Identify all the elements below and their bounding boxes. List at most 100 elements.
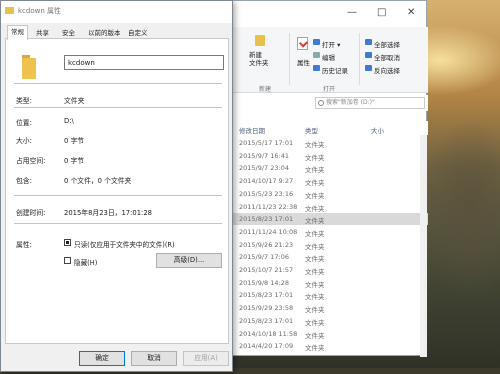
minimize-button[interactable]: — <box>347 7 357 19</box>
properties-dialog: kcdown 属性 常规 共享 安全 以前的版本 自定义 类型: 文件夹 位置:… <box>0 0 233 372</box>
file-date: 2015/8/23 17:01 <box>239 215 294 224</box>
ribbon-separator <box>289 33 290 85</box>
size-value: 0 字节 <box>64 137 85 145</box>
file-row[interactable]: 2015/10/7 21:57 文件夹 <box>227 264 428 276</box>
divider <box>14 195 222 196</box>
file-row[interactable]: 2015/5/17 17:01 文件夹 <box>227 137 428 149</box>
file-row[interactable]: 2015/8/23 17:01 文件夹 <box>227 315 428 327</box>
close-button[interactable]: ✕ <box>407 7 415 19</box>
file-row[interactable]: 2015/9/7 16:41 文件夹 <box>227 150 428 162</box>
tab-general[interactable]: 常规 <box>7 25 28 40</box>
file-date: 2011/11/24 10:08 <box>239 227 298 236</box>
type-label: 类型: <box>16 97 32 105</box>
file-row[interactable]: 2014/4/20 17:09 文件夹 <box>227 340 428 352</box>
file-type: 文件夹 <box>305 141 325 149</box>
apply-button[interactable]: 应用(A) <box>183 351 229 366</box>
file-row[interactable]: 2015/9/8 14:28 文件夹 <box>227 277 428 289</box>
file-date: 2015/8/23 17:01 <box>239 291 294 300</box>
general-panel: 类型: 文件夹 位置: D:\ 大小: 0 字节 占用空间: 0 字节 包含: … <box>5 38 229 344</box>
contains-label: 包含: <box>16 177 32 185</box>
file-type: 文件夹 <box>305 229 325 238</box>
file-type: 文件夹 <box>305 242 325 251</box>
file-date: 2015/5/23 23:16 <box>239 189 294 198</box>
column-date[interactable]: 修改日期 <box>239 125 265 135</box>
scrollbar[interactable] <box>420 135 427 357</box>
file-type: 文件夹 <box>305 204 325 213</box>
history-button[interactable]: 历史记录 <box>322 65 348 75</box>
file-row[interactable]: 2014/10/17 9:27 文件夹 <box>227 175 428 187</box>
file-row[interactable]: 2015/8/23 17:01 文件夹 <box>227 289 428 301</box>
edit-button[interactable]: 编辑 <box>322 52 335 62</box>
select-all-icon <box>365 39 372 45</box>
file-type: 文件夹 <box>305 280 325 289</box>
dialog-title: kcdown 属性 <box>18 7 62 15</box>
file-type: 文件夹 <box>305 153 325 162</box>
size-on-disk-label: 占用空间: <box>16 157 46 165</box>
edit-icon <box>313 52 320 58</box>
open-button[interactable]: 打开 ▾ <box>322 39 340 49</box>
location-label: 位置: <box>16 119 32 127</box>
file-row[interactable]: 2015/9/7 23:04 文件夹 <box>227 162 428 174</box>
file-type: 文件夹 <box>305 306 325 315</box>
ok-button[interactable]: 确定 <box>79 351 125 366</box>
properties-button[interactable]: 属性 <box>297 57 310 67</box>
file-row[interactable]: 2011/11/24 10:08 文件夹 <box>227 226 428 238</box>
tab-strip: 常规 共享 安全 以前的版本 自定义 <box>1 25 232 40</box>
hidden-checkbox-label[interactable]: 隐藏(H) <box>74 257 97 267</box>
cancel-button[interactable]: 取消 <box>131 351 177 366</box>
dialog-titlebar: kcdown 属性 <box>1 1 232 23</box>
select-all-button[interactable]: 全部选择 <box>374 39 400 49</box>
hidden-checkbox[interactable] <box>64 257 71 264</box>
folder-name-input[interactable] <box>64 55 224 70</box>
maximize-button[interactable]: □ <box>377 7 386 19</box>
folder-icon <box>22 55 36 79</box>
file-type: 文件夹 <box>305 179 325 188</box>
file-type: 文件夹 <box>305 331 325 340</box>
new-folder-button[interactable]: 新建 文件夹 <box>249 51 269 67</box>
new-group-label: 新建 <box>259 86 272 93</box>
readonly-checkbox-label[interactable]: 只读(仅应用于文件夹中的文件)(R) <box>74 239 175 249</box>
select-none-icon <box>365 52 372 58</box>
file-row[interactable]: 2015/5/23 23:16 文件夹 <box>227 188 428 200</box>
select-none-button[interactable]: 全部取消 <box>374 52 400 62</box>
file-date: 2014/10/18 11:58 <box>239 329 298 338</box>
invert-selection-icon <box>365 65 372 71</box>
file-row[interactable]: 2014/10/18 11:58 文件夹 <box>227 328 428 340</box>
search-input[interactable]: 搜索"新加卷 (D:)" <box>315 97 425 109</box>
file-date: 2015/9/29 23:58 <box>239 304 294 313</box>
file-date: 2011/11/23 22:38 <box>239 202 298 211</box>
file-row[interactable]: 2015/8/23 17:01 文件夹 <box>227 213 428 226</box>
file-date: 2015/9/7 16:41 <box>239 151 289 160</box>
column-headers: 修改日期 类型 大小 <box>227 121 428 135</box>
file-date: 2014/10/17 9:27 <box>239 177 294 186</box>
file-row[interactable]: 2011/11/23 22:38 文件夹 <box>227 201 428 213</box>
file-type: 文件夹 <box>305 268 325 276</box>
file-date: 2015/9/26 21:23 <box>239 240 294 249</box>
search-placeholder: 搜索"新加卷 (D:)" <box>326 99 375 106</box>
file-type: 文件夹 <box>305 166 325 175</box>
file-date: 2014/4/20 17:09 <box>239 342 294 351</box>
file-date: 2015/9/8 14:28 <box>239 278 289 287</box>
readonly-checkbox[interactable] <box>64 239 71 246</box>
column-type[interactable]: 类型 <box>305 125 318 135</box>
folder-icon <box>5 7 14 14</box>
file-row[interactable]: 2015/9/29 23:58 文件夹 <box>227 302 428 314</box>
divider <box>14 223 222 224</box>
file-date: 2015/9/7 17:06 <box>239 253 289 262</box>
file-date: 2015/10/7 21:57 <box>239 266 294 274</box>
advanced-button[interactable]: 高级(D)... <box>156 253 222 268</box>
divider <box>14 107 222 108</box>
explorer-titlebar: — □ ✕ <box>227 1 426 27</box>
file-type: 文件夹 <box>305 293 325 302</box>
file-type: 文件夹 <box>305 217 325 226</box>
file-date: 2015/9/7 23:04 <box>239 164 289 173</box>
file-row[interactable]: 2015/9/26 21:23 文件夹 <box>227 239 428 251</box>
column-size[interactable]: 大小 <box>371 125 384 135</box>
file-row[interactable]: 2015/9/7 17:06 文件夹 <box>227 251 428 263</box>
invert-selection-button[interactable]: 反向选择 <box>374 65 400 75</box>
size-label: 大小: <box>16 137 32 145</box>
history-icon <box>313 65 320 71</box>
size-on-disk-value: 0 字节 <box>64 157 85 165</box>
file-type: 文件夹 <box>305 255 325 264</box>
file-type: 文件夹 <box>305 344 325 353</box>
